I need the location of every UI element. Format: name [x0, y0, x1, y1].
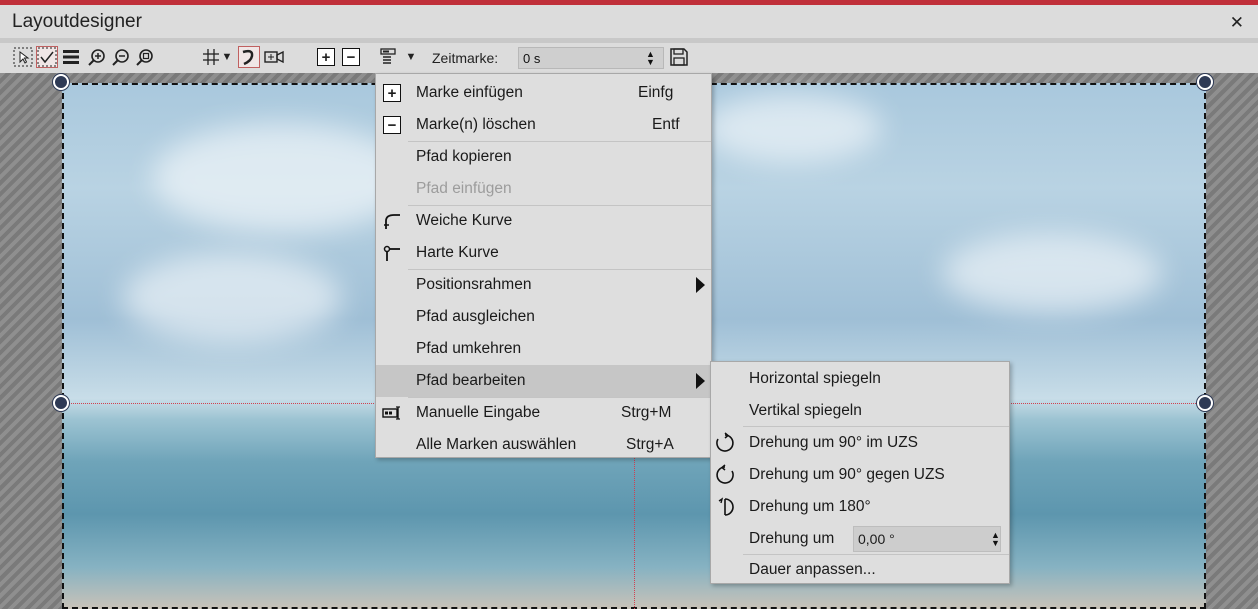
path-menu-icon[interactable] [378, 46, 400, 68]
camera-icon[interactable] [263, 46, 285, 68]
menu-item-pfad-ausgleichen[interactable]: Pfad ausgleichen [376, 301, 711, 333]
submenu-item-vertikal-spiegeln[interactable]: Vertikal spiegeln [711, 395, 1009, 427]
zoom-fit-icon[interactable] [134, 46, 156, 68]
path-context-menu: + Marke einfügen Einfg − Marke(n) lösche… [375, 73, 712, 458]
rotation-angle-spinner[interactable]: ▲ ▼ [991, 531, 1000, 548]
menu-item-marken-loeschen[interactable]: − Marke(n) löschen Entf [376, 109, 711, 141]
rotate-cw-icon [715, 432, 735, 453]
rotation-angle-input[interactable]: 0,00 ° [853, 526, 1001, 552]
menu-item-alle-marken-auswaehlen[interactable]: Alle Marken auswählen Strg+A [376, 429, 711, 461]
menu-item-marke-einfuegen[interactable]: + Marke einfügen Einfg [376, 77, 711, 109]
add-marker-icon[interactable]: + [315, 46, 337, 68]
hard-curve-icon [382, 243, 402, 263]
menu-item-weiche-kurve[interactable]: Weiche Kurve [376, 205, 711, 237]
pfad-bearbeiten-submenu: Horizontal spiegeln Vertikal spiegeln Dr… [710, 361, 1010, 584]
handle-middle-right[interactable] [1197, 395, 1213, 411]
grid-icon[interactable] [200, 46, 222, 68]
menu-item-pfad-umkehren[interactable]: Pfad umkehren [376, 333, 711, 365]
save-icon[interactable] [668, 46, 690, 68]
remove-marker-icon[interactable]: − [340, 46, 362, 68]
handle-top-right[interactable] [1197, 74, 1213, 90]
plus-box-icon: + [382, 83, 402, 103]
menu-item-harte-kurve[interactable]: Harte Kurve [376, 237, 711, 269]
zeitmarke-input[interactable]: 0 s [518, 47, 664, 69]
minus-box-icon: − [382, 115, 402, 135]
submenu-arrow-icon [696, 373, 705, 389]
zoom-in-icon[interactable] [86, 46, 108, 68]
toolbar: ▼ + − ▼ Zeitmarke: 0 s ▲ ▼ [0, 43, 1258, 73]
submenu-arrow-icon [696, 277, 705, 293]
menu-item-manuelle-eingabe[interactable]: Manuelle Eingabe Strg+M [376, 397, 711, 429]
layers-icon[interactable] [60, 46, 82, 68]
window-title: Layoutdesigner [12, 11, 142, 32]
curve-select-icon[interactable] [36, 46, 58, 68]
window-titlebar: Layoutdesigner ✕ [0, 5, 1258, 38]
path-curve-icon[interactable] [238, 46, 260, 68]
zeitmarke-spinner[interactable]: ▲ ▼ [646, 50, 655, 67]
submenu-item-drehung-180[interactable]: Drehung um 180° [711, 491, 1009, 523]
handle-middle-left[interactable] [53, 395, 69, 411]
submenu-item-drehung-um[interactable]: Drehung um 0,00 ° ▲ ▼ [711, 523, 1009, 555]
menu-item-positionsrahmen[interactable]: Positionsrahmen [376, 269, 711, 301]
soft-curve-icon [382, 211, 402, 231]
submenu-item-drehung-90-uzs[interactable]: Drehung um 90° im UZS [711, 427, 1009, 459]
select-icon[interactable] [12, 46, 34, 68]
dropdown-arrow-icon[interactable]: ▼ [404, 46, 418, 68]
rotate-ccw-icon [715, 464, 735, 485]
menu-item-pfad-bearbeiten[interactable]: Pfad bearbeiten [376, 365, 711, 397]
rotate-180-icon [715, 497, 735, 517]
dropdown-arrow-icon[interactable]: ▼ [220, 46, 234, 68]
menu-item-pfad-einfuegen: Pfad einfügen [416, 180, 512, 197]
submenu-item-horizontal-spiegeln[interactable]: Horizontal spiegeln [711, 363, 1009, 395]
zeitmarke-label: Zeitmarke: [432, 50, 499, 66]
menu-item-pfad-kopieren[interactable]: Pfad kopieren [376, 141, 711, 173]
manual-input-icon [382, 403, 402, 423]
submenu-item-dauer-anpassen[interactable]: Dauer anpassen... [711, 554, 1009, 586]
zoom-out-icon[interactable] [110, 46, 132, 68]
submenu-item-drehung-90-gegen-uzs[interactable]: Drehung um 90° gegen UZS [711, 459, 1009, 491]
close-icon[interactable]: ✕ [1230, 13, 1244, 33]
handle-top-left[interactable] [53, 74, 69, 90]
